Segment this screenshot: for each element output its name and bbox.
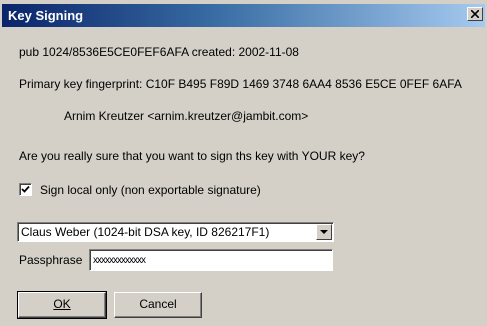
- close-button[interactable]: [467, 7, 483, 21]
- cancel-button[interactable]: Cancel: [114, 292, 202, 318]
- fingerprint-line: Primary key fingerprint: C10F B495 F89D …: [19, 77, 462, 91]
- confirm-question: Are you really sure that you want to sig…: [19, 149, 365, 163]
- chevron-down-icon: [320, 230, 328, 234]
- cancel-button-label: Cancel: [139, 297, 177, 311]
- title-bar[interactable]: Key Signing: [2, 4, 485, 27]
- user-id-line: Arnim Kreutzer <arnim.kreutzer@jambit.co…: [64, 109, 309, 123]
- ok-button[interactable]: OK: [17, 291, 107, 319]
- checkmark-icon: [21, 185, 30, 193]
- local-only-label[interactable]: Sign local only (non exportable signatur…: [40, 183, 261, 197]
- pub-key-line: pub 1024/8536E5CE0FEF6AFA created: 2002-…: [19, 45, 299, 59]
- local-only-checkbox[interactable]: [19, 183, 32, 196]
- window-title: Key Signing: [8, 8, 84, 23]
- signing-key-select[interactable]: Claus Weber (1024-bit DSA key, ID 826217…: [17, 222, 334, 242]
- key-signing-dialog: Key Signing pub 1024/8536E5CE0FEF6AFA cr…: [0, 0, 487, 326]
- dropdown-button[interactable]: [316, 224, 332, 240]
- ok-button-label: OK: [53, 297, 71, 311]
- signing-key-value: Claus Weber (1024-bit DSA key, ID 826217…: [21, 225, 270, 239]
- passphrase-input[interactable]: [89, 249, 333, 271]
- passphrase-label: Passphrase: [19, 253, 83, 267]
- close-icon: [471, 10, 479, 18]
